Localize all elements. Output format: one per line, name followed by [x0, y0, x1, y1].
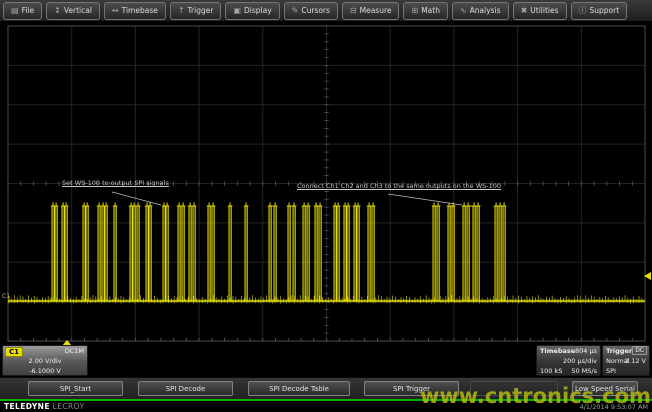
- menu-file[interactable]: ▤File: [3, 2, 42, 20]
- brand-logo: TELEDYNE LECROY: [4, 402, 85, 411]
- menu-math[interactable]: ⊞Math: [403, 2, 447, 20]
- utilities-icon: ✖: [521, 7, 528, 15]
- c1-volts-per-div: 2.00 V/div: [3, 357, 87, 365]
- menu-file-label: File: [22, 6, 35, 15]
- timebase-samples: 100 kS: [540, 367, 562, 375]
- waveform-display: C1 Set WS-100 to output SPI signals Conne…: [0, 22, 652, 342]
- menu-timebase-label: Timebase: [122, 6, 158, 15]
- menu-support[interactable]: ⓘSupport: [571, 2, 628, 20]
- menu-vertical[interactable]: ↕Vertical: [46, 2, 100, 20]
- menu-support-label: Support: [590, 6, 620, 15]
- menu-bar: ▤File↕Vertical↔Timebase↑Trigger▣Display✎…: [0, 0, 652, 22]
- menu-display[interactable]: ▣Display: [225, 2, 279, 20]
- cursors-icon: ✎: [292, 7, 299, 15]
- menu-vertical-label: Vertical: [64, 6, 92, 15]
- menu-trigger[interactable]: ↑Trigger: [170, 2, 222, 20]
- menu-measure[interactable]: ⊟Measure: [342, 2, 400, 20]
- menu-trigger-label: Trigger: [188, 6, 214, 15]
- annotation-1: Set WS-100 to output SPI signals: [62, 180, 169, 187]
- trigger-level: 2.12 V: [625, 357, 646, 365]
- support-icon: ⓘ: [579, 7, 587, 15]
- timebase-delay: -804 µs: [573, 347, 597, 355]
- trigger-type: SPI: [606, 367, 616, 375]
- c1-coupling: DC1M: [65, 347, 84, 355]
- button-spi-decode[interactable]: SPI Decode: [138, 381, 233, 396]
- menu-math-label: Math: [421, 6, 440, 15]
- timebase-icon: ↔: [112, 7, 119, 15]
- file-icon: ▤: [11, 7, 19, 15]
- menu-measure-label: Measure: [360, 6, 392, 15]
- button-spi-decode-table[interactable]: SPI Decode Table: [248, 381, 350, 396]
- menu-display-label: Display: [244, 6, 272, 15]
- button-spi-start[interactable]: SPI_Start: [28, 381, 123, 396]
- trigger-descriptor[interactable]: Trigger DC Normal 2.12 V SPI: [602, 345, 650, 376]
- timebase-scale: 200 µs/div: [563, 357, 597, 365]
- menu-analysis[interactable]: ∿Analysis: [452, 2, 509, 20]
- timebase-label: Timebase: [540, 347, 575, 355]
- vertical-icon: ↕: [54, 7, 61, 15]
- menu-timebase[interactable]: ↔Timebase: [104, 2, 166, 20]
- display-icon: ▣: [233, 7, 241, 15]
- watermark-text: www.cntronics.com: [420, 384, 652, 408]
- annotation-2: Connect Ch1 Ch2 and Ch3 to the same outp…: [297, 183, 501, 190]
- timebase-rate: 50 MS/s: [571, 367, 597, 375]
- brand-teledyne: TELEDYNE: [4, 402, 50, 411]
- measure-icon: ⊟: [350, 7, 357, 15]
- c1-trace-label: C1: [2, 293, 10, 300]
- menu-analysis-label: Analysis: [470, 6, 501, 15]
- timebase-descriptor[interactable]: Timebase -804 µs 200 µs/div 100 kS 50 MS…: [536, 345, 601, 376]
- c1-offset: -6.1000 V: [3, 367, 87, 375]
- trigger-label: Trigger: [606, 347, 632, 355]
- trigger-coupling-chip: DC: [632, 346, 647, 355]
- channel-c1-descriptor[interactable]: C1 DC1M 2.00 V/div -6.1000 V: [2, 345, 88, 376]
- math-icon: ⊞: [411, 7, 418, 15]
- menu-cursors-label: Cursors: [301, 6, 330, 15]
- menu-cursors[interactable]: ✎Cursors: [284, 2, 338, 20]
- brand-lecroy: LECROY: [53, 402, 85, 411]
- menu-utilities[interactable]: ✖Utilities: [513, 2, 567, 20]
- trigger-level-marker[interactable]: [644, 272, 651, 280]
- trigger-icon: ↑: [178, 7, 185, 15]
- analysis-icon: ∿: [460, 7, 467, 15]
- menu-utilities-label: Utilities: [530, 6, 558, 15]
- oscilloscope-window: ▤File↕Vertical↔Timebase↑Trigger▣Display✎…: [0, 0, 652, 412]
